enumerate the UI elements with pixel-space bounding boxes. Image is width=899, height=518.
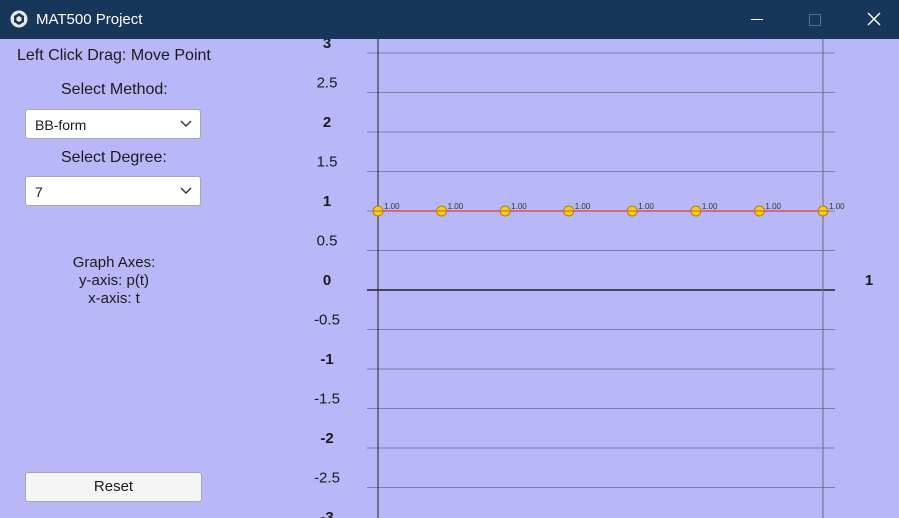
method-select-value: BB-form (35, 117, 87, 133)
minimize-button[interactable] (729, 0, 785, 39)
y-tick-label: 0 (323, 272, 331, 289)
axes-x-text: x-axis: t (88, 290, 140, 307)
y-tick-label: -1.5 (314, 391, 340, 408)
window-title: MAT500 Project (36, 11, 143, 28)
axes-title: Graph Axes: (72, 254, 156, 271)
x-end-label: 1 (865, 272, 873, 289)
point-value-label: 1.00 (829, 202, 845, 211)
degree-select[interactable]: 7 (25, 176, 201, 206)
point-value-label: 1.00 (765, 202, 781, 211)
point-value-label: 1.00 (702, 202, 718, 211)
method-select[interactable]: BB-form (25, 109, 201, 139)
y-tick-label: 0.5 (317, 233, 338, 250)
close-icon (867, 12, 881, 26)
y-tick-label: -1 (320, 351, 333, 368)
graph-axes-info: Graph Axes: y-axis: p(t) x-axis: t (54, 254, 174, 308)
y-tick-label: 2.5 (317, 75, 338, 92)
title-bar: MAT500 Project (0, 0, 899, 39)
y-tick-label: 2 (323, 114, 331, 131)
degree-select-value: 7 (35, 184, 43, 200)
point-value-label: 1.00 (448, 202, 464, 211)
point-value-label: 1.00 (638, 202, 654, 211)
reset-button[interactable]: Reset (25, 472, 202, 502)
degree-label: Select Degree: (61, 149, 167, 166)
y-tick-label: -2.5 (314, 470, 340, 487)
close-button[interactable] (845, 0, 899, 39)
y-tick-label: 1 (323, 193, 331, 210)
axes-y-text: y-axis: p(t) (78, 272, 149, 289)
minimize-icon (751, 19, 763, 20)
chevron-down-icon (180, 187, 192, 194)
instruction-text: Left Click Drag: Move Point (17, 47, 211, 64)
y-tick-label: -0.5 (314, 312, 340, 329)
unity-logo-icon (10, 10, 28, 28)
maximize-button[interactable] (787, 0, 843, 39)
point-value-label: 1.00 (511, 202, 527, 211)
y-tick-label: -3 (320, 509, 333, 518)
y-tick-label: -2 (320, 430, 333, 447)
chevron-down-icon (180, 120, 192, 127)
point-value-label: 1.00 (384, 202, 400, 211)
y-tick-label: 3 (323, 39, 331, 52)
maximize-icon (809, 14, 821, 26)
y-tick-label: 1.5 (317, 154, 338, 171)
point-value-label: 1.00 (575, 202, 591, 211)
method-label: Select Method: (61, 81, 168, 98)
